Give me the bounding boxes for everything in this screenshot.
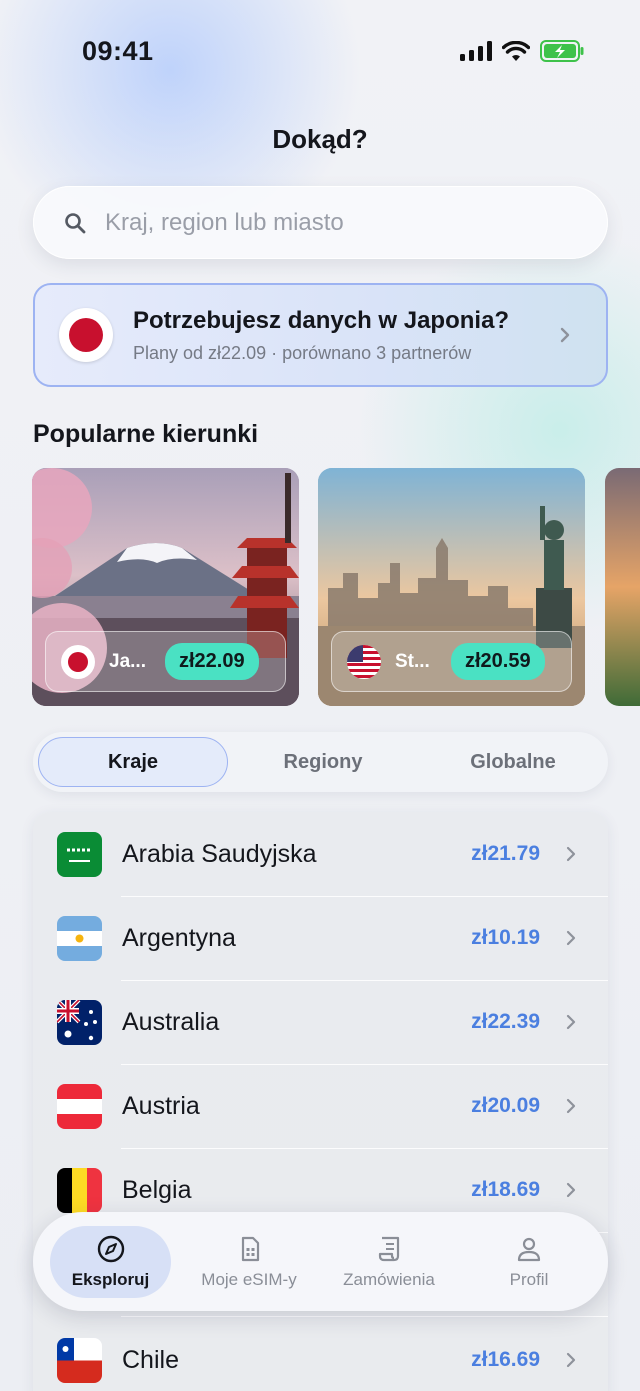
search-icon [65,212,86,233]
country-price: zł10.19 [471,926,540,949]
japan-flag-icon [59,308,113,362]
list-item-argentina[interactable]: Argentyna zł10.19 [33,896,608,980]
popular-section-title: Popularne kierunki [33,420,259,448]
country-name: Austria [122,1091,200,1120]
tab-label: Zamówienia [343,1269,435,1289]
tab-label: Profil [509,1269,549,1289]
receipt-icon [378,1236,400,1261]
chevron-right-icon [566,1352,576,1368]
japan-flag-icon [61,644,95,679]
tab-orders[interactable]: Zamówienia [319,1226,459,1298]
country-name: Argentyna [122,923,236,952]
tab-explore[interactable]: Eksploruj [50,1225,171,1298]
sim-card-icon [241,1236,260,1261]
usa-flag-icon [347,644,381,679]
status-icons [460,40,584,62]
country-price: zł22.39 [471,1010,540,1033]
country-price: zł16.69 [471,1348,540,1371]
country-name: Belgia [122,1175,192,1204]
country-name: Chile [122,1345,179,1374]
promo-title: Potrzebujesz danych w Japonia? [133,306,510,334]
wifi-icon [502,40,530,61]
tab-label: Eksploruj [71,1269,150,1289]
list-item-australia[interactable]: Australia zł22.39 [33,980,608,1064]
destination-card-partial[interactable] [605,468,640,706]
price-badge: zł20.59 [451,643,545,680]
destination-name: Ja... [109,650,146,672]
list-item-austria[interactable]: Austria zł20.09 [33,1064,608,1148]
chevron-right-icon [566,1014,576,1030]
australia-flag-icon [57,999,102,1045]
list-item-saudi-arabia[interactable]: Arabia Saudyjska zł21.79 [33,812,608,896]
list-item-chile[interactable]: Chile zł16.69 [33,1318,608,1391]
argentina-flag-icon [57,915,102,961]
status-bar: 09:41 [0,0,640,100]
bottom-tab-bar: Eksploruj Moje eSIM-y Zamówienia Profil [33,1212,608,1311]
search-bar[interactable] [33,186,608,259]
search-input[interactable] [105,208,565,237]
tab-regions[interactable]: Regiony [228,737,418,787]
chevron-right-icon [560,327,570,343]
price-badge: zł22.09 [165,643,259,680]
person-icon [517,1237,541,1261]
cellular-signal-icon [460,41,492,61]
tab-profile[interactable]: Profil [459,1226,599,1298]
destination-card-united-states[interactable]: St... zł20.59 [318,468,585,706]
battery-charging-icon [540,40,584,62]
destination-card-japan[interactable]: Ja... zł22.09 [32,468,299,706]
compass-icon [97,1235,124,1262]
divider [121,1316,608,1317]
belgium-flag-icon [57,1167,102,1213]
status-time: 09:41 [82,36,154,66]
chevron-right-icon [566,930,576,946]
country-name: Arabia Saudyjska [122,839,317,868]
page-title: Dokąd? [272,124,368,154]
tab-global[interactable]: Globalne [418,737,608,787]
segmented-control: Kraje Regiony Globalne [33,732,608,792]
chile-flag-icon [57,1337,102,1383]
tab-countries[interactable]: Kraje [38,737,228,787]
tab-label: Moje eSIM-y [201,1269,297,1289]
country-name: Australia [122,1007,220,1036]
chevron-right-icon [566,1182,576,1198]
chevron-right-icon [566,1098,576,1114]
destination-pill: Ja... zł22.09 [45,631,286,692]
country-price: zł21.79 [471,842,540,865]
tab-my-esims[interactable]: Moje eSIM-y [179,1226,319,1298]
destination-name: St... [395,650,430,672]
country-price: zł20.09 [471,1094,540,1117]
promo-subtitle: Plany od zł22.09 · porównano 3 partnerów [133,342,472,363]
saudi-arabia-flag-icon [57,831,102,877]
country-price: zł18.69 [471,1178,540,1201]
destination-pill: St... zł20.59 [331,631,572,692]
austria-flag-icon [57,1083,102,1129]
chevron-right-icon [566,846,576,862]
promo-banner[interactable]: Potrzebujesz danych w Japonia? Plany od … [33,283,608,387]
